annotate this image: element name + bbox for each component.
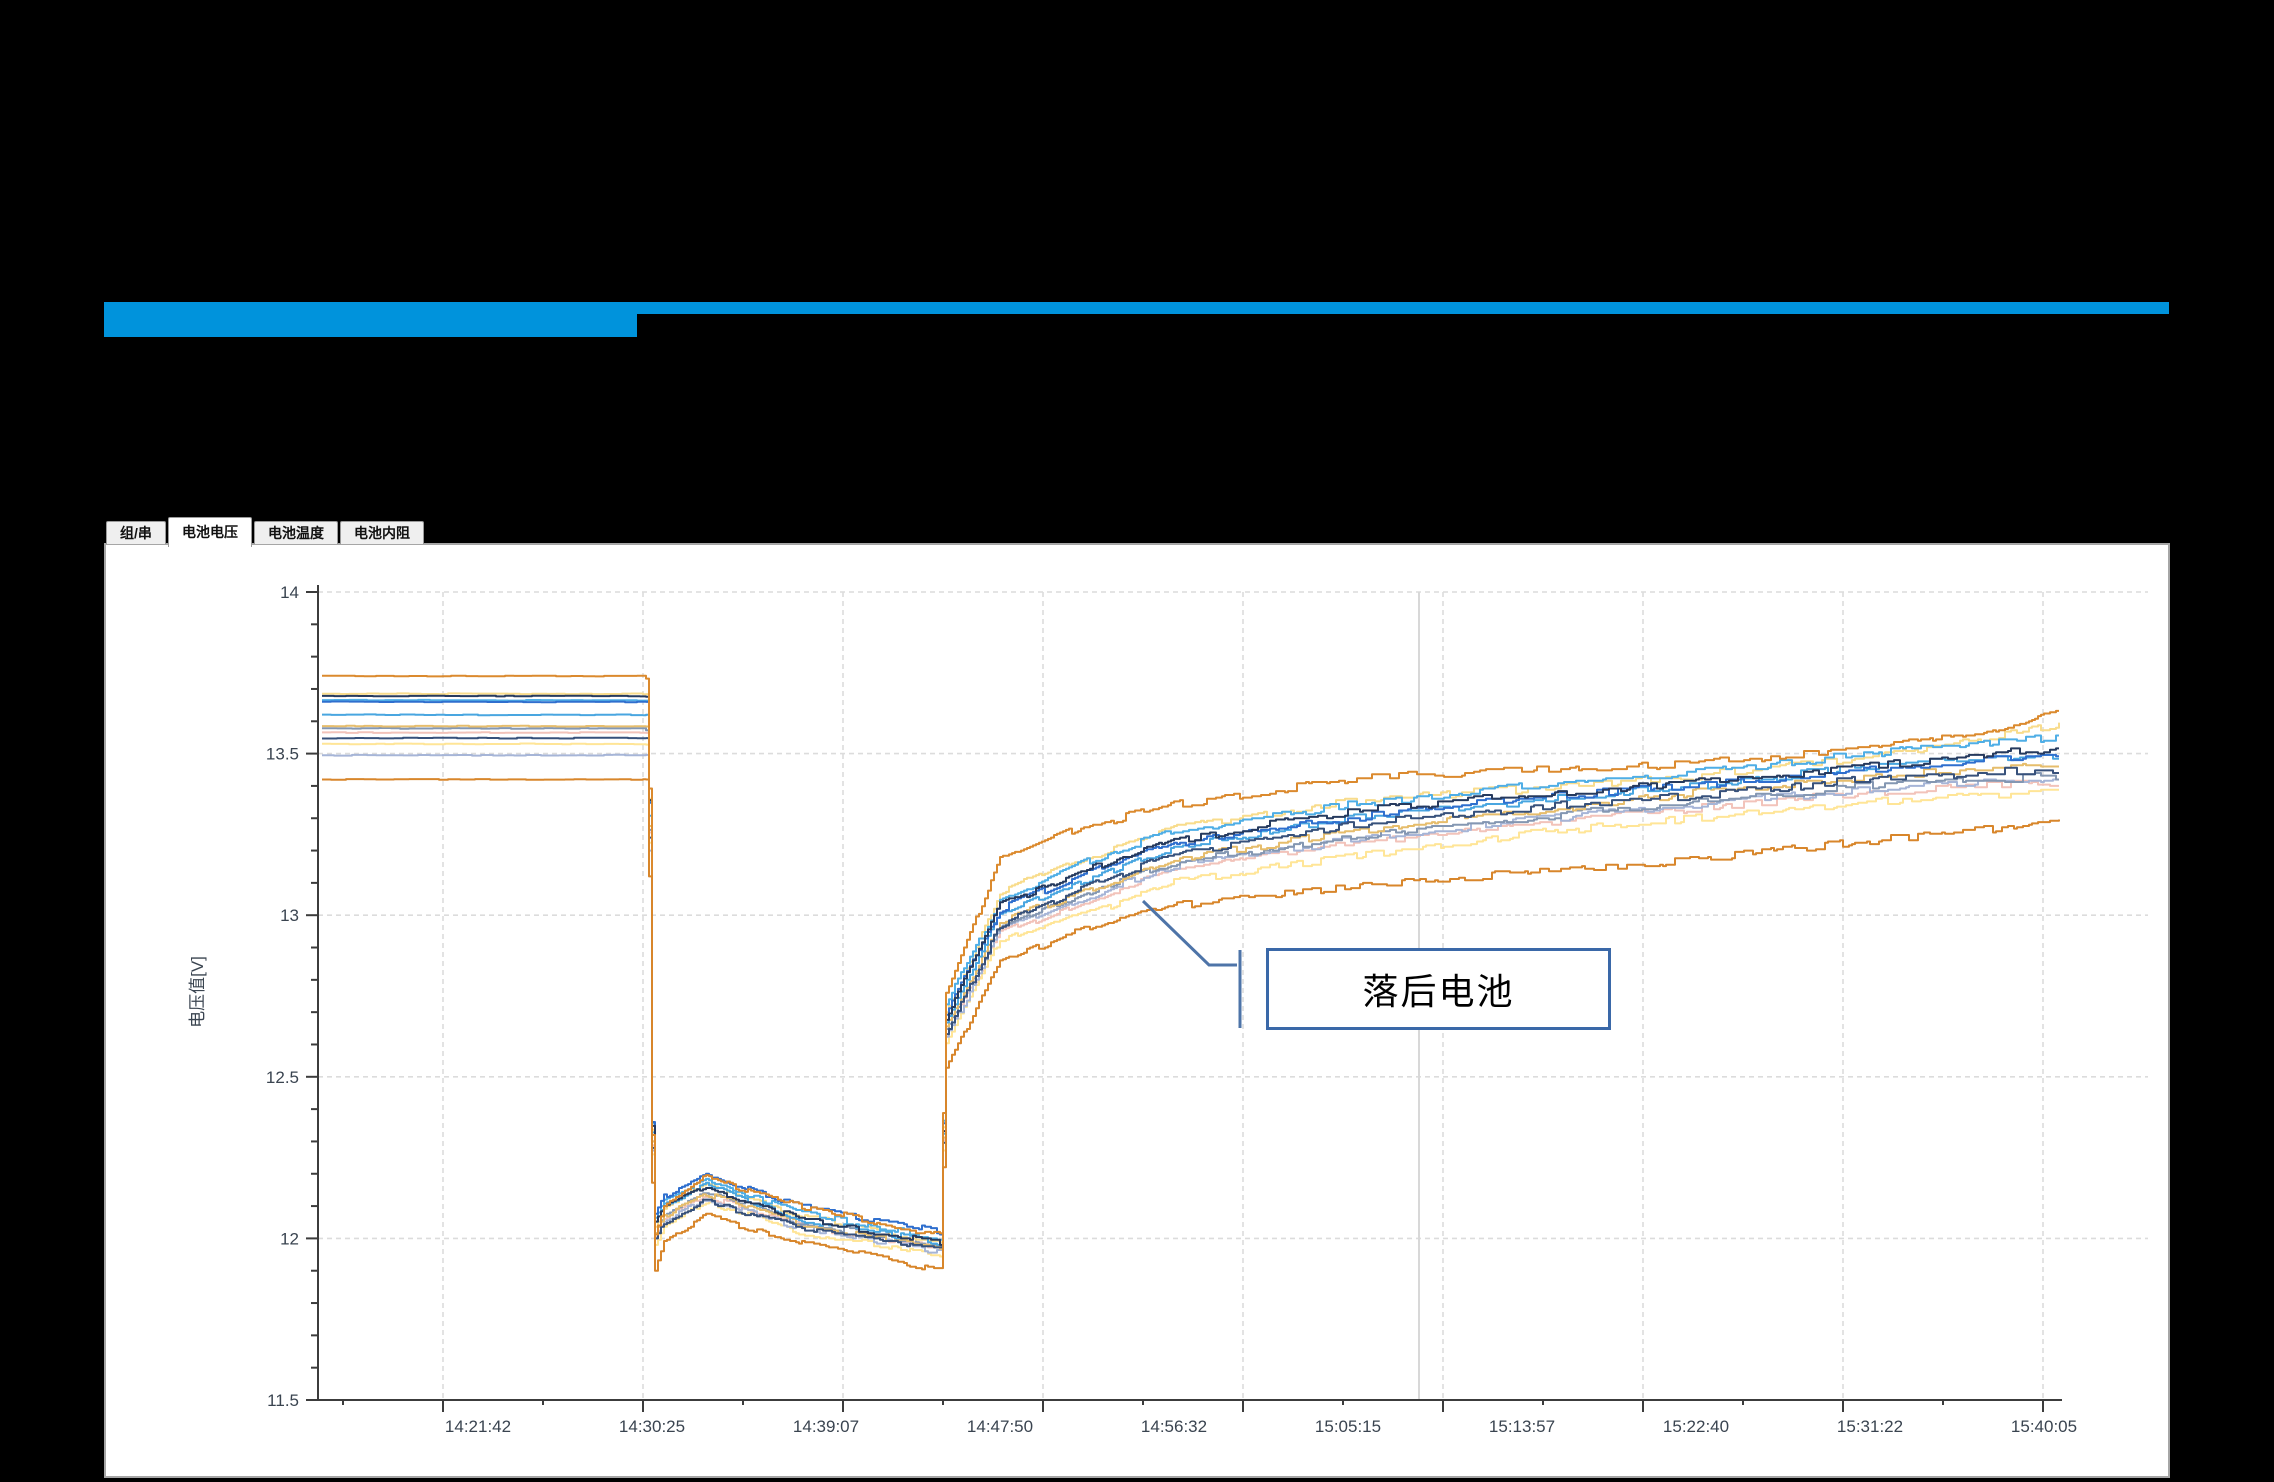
annotation-box-lagging-battery[interactable]: 落后电池 [1266, 948, 1611, 1030]
app-window: { "ui": { "accent_color": "#0093DC", "ta… [0, 0, 2274, 1482]
tab-strip: 组/串电池电压电池温度电池内阻 [104, 517, 2170, 545]
tab-battery-resistance[interactable]: 电池内阻 [340, 521, 424, 544]
tab-battery-voltage[interactable]: 电池电压 [168, 517, 252, 547]
accent-bar-highlight [104, 302, 637, 337]
annotation-label: 落后电池 [1362, 963, 1514, 1015]
tab-group-string[interactable]: 组/串 [106, 521, 166, 544]
tab-battery-temperature[interactable]: 电池温度 [254, 521, 338, 544]
tab-page-voltage [104, 543, 2170, 1478]
battery-tab-control: 组/串电池电压电池温度电池内阻 [104, 517, 2170, 1478]
